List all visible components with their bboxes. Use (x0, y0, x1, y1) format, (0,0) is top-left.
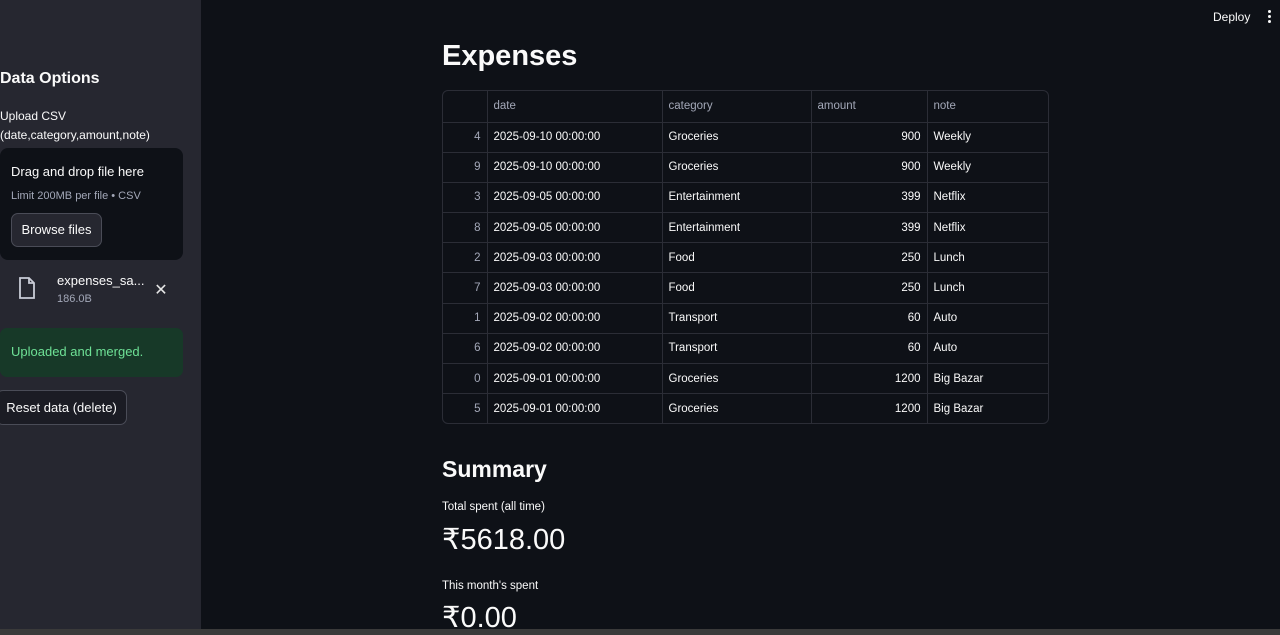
column-header-date[interactable]: date (487, 91, 663, 123)
category-cell[interactable]: Food (662, 242, 812, 274)
category-cell[interactable]: Transport (662, 303, 812, 334)
row-index-cell: 4 (443, 122, 488, 153)
row-index-cell: 0 (443, 363, 488, 395)
amount-cell[interactable]: 60 (811, 303, 928, 334)
category-cell[interactable]: Groceries (662, 393, 812, 423)
file-name: expenses_sa... (57, 273, 145, 288)
kebab-menu-icon[interactable] (1265, 10, 1273, 26)
file-icon (19, 277, 35, 299)
file-dropzone[interactable]: Drag and drop file here Limit 200MB per … (0, 148, 183, 260)
total-spent-label: Total spent (all time) (442, 501, 545, 513)
date-cell[interactable]: 2025-09-05 00:00:00 (487, 182, 663, 214)
dropzone-title: Drag and drop file here (11, 164, 144, 179)
table-row[interactable]: 2 2025-09-03 00:00:00 Food 250 Lunch (443, 242, 1048, 274)
column-header-amount[interactable]: amount (811, 91, 928, 123)
table-row[interactable]: 1 2025-09-02 00:00:00 Transport 60 Auto (443, 303, 1048, 334)
date-cell[interactable]: 2025-09-10 00:00:00 (487, 152, 663, 183)
table-row[interactable]: 6 2025-09-02 00:00:00 Transport 60 Auto (443, 333, 1048, 365)
amount-cell[interactable]: 900 (811, 122, 928, 153)
date-cell[interactable]: 2025-09-02 00:00:00 (487, 303, 663, 334)
total-spent-value: ₹5618.00 (442, 524, 566, 556)
amount-cell[interactable]: 1200 (811, 363, 928, 395)
amount-cell[interactable]: 900 (811, 152, 928, 183)
table-row[interactable]: 3 2025-09-05 00:00:00 Entertainment 399 Netf… (443, 182, 1048, 214)
date-cell[interactable]: 2025-09-03 00:00:00 (487, 272, 663, 304)
column-header-index (443, 91, 488, 123)
row-index-cell: 8 (443, 212, 488, 244)
row-index-cell: 6 (443, 333, 488, 365)
date-cell[interactable]: 2025-09-01 00:00:00 (487, 393, 663, 423)
column-header-category[interactable]: category (662, 91, 812, 123)
row-index-cell: 2 (443, 242, 488, 274)
category-cell[interactable]: Groceries (662, 152, 812, 183)
note-cell[interactable]: Auto (927, 333, 1048, 365)
category-cell[interactable]: Entertainment (662, 182, 812, 214)
note-cell[interactable]: Big Bazar (927, 363, 1048, 395)
table-row[interactable]: 4 2025-09-10 00:00:00 Groceries 900 Weekly (443, 122, 1048, 153)
browse-files-button[interactable]: Browse files (11, 213, 102, 247)
column-header-note[interactable]: note (927, 91, 1048, 123)
file-size: 186.0B (57, 293, 92, 305)
app: Data Options Upload CSV (date,category,a… (0, 0, 1280, 635)
summary-title: Summary (442, 456, 547, 482)
amount-cell[interactable]: 250 (811, 272, 928, 304)
note-cell[interactable]: Weekly (927, 122, 1048, 153)
note-cell[interactable]: Lunch (927, 242, 1048, 274)
close-icon[interactable]: ✕ (152, 280, 170, 300)
table-row[interactable]: 5 2025-09-01 00:00:00 Groceries 1200 Big Baz… (443, 393, 1048, 423)
date-cell[interactable]: 2025-09-03 00:00:00 (487, 242, 663, 274)
success-alert: Uploaded and merged. (0, 328, 183, 377)
success-message: Uploaded and merged. (11, 344, 144, 359)
month-spent-label: This month's spent (442, 580, 539, 592)
table-row[interactable]: 9 2025-09-10 00:00:00 Groceries 900 Weekly (443, 152, 1048, 183)
date-cell[interactable]: 2025-09-10 00:00:00 (487, 122, 663, 153)
table-row[interactable]: 8 2025-09-05 00:00:00 Entertainment 399 Netf… (443, 212, 1048, 244)
dropzone-limit: Limit 200MB per file • CSV (11, 190, 141, 202)
date-cell[interactable]: 2025-09-02 00:00:00 (487, 333, 663, 365)
table-row[interactable]: 0 2025-09-01 00:00:00 Groceries 1200 Big Baz… (443, 363, 1048, 395)
amount-cell[interactable]: 60 (811, 333, 928, 365)
note-cell[interactable]: Weekly (927, 152, 1048, 183)
note-cell[interactable]: Netflix (927, 212, 1048, 244)
note-cell[interactable]: Auto (927, 303, 1048, 334)
expenses-table[interactable]: date category amount note 4 2025-09-10 00… (442, 90, 1049, 424)
deploy-button[interactable]: Deploy (1213, 10, 1250, 24)
sidebar: Data Options Upload CSV (date,category,a… (0, 0, 201, 629)
row-index-cell: 3 (443, 182, 488, 214)
category-cell[interactable]: Groceries (662, 363, 812, 395)
amount-cell[interactable]: 250 (811, 242, 928, 274)
sidebar-title: Data Options (0, 70, 100, 87)
category-cell[interactable]: Transport (662, 333, 812, 365)
row-index-cell: 1 (443, 303, 488, 334)
upload-label: Upload CSV (date,category,amount,note) (0, 109, 150, 142)
row-index-cell: 9 (443, 152, 488, 183)
bottom-divider (0, 629, 1280, 635)
category-cell[interactable]: Groceries (662, 122, 812, 153)
amount-cell[interactable]: 399 (811, 212, 928, 244)
uploaded-file: expenses_sa... 186.0B ✕ (0, 268, 200, 312)
date-cell[interactable]: 2025-09-01 00:00:00 (487, 363, 663, 395)
note-cell[interactable]: Big Bazar (927, 394, 1048, 423)
category-cell[interactable]: Entertainment (662, 212, 812, 244)
category-cell[interactable]: Food (662, 272, 812, 304)
table-row[interactable]: 7 2025-09-03 00:00:00 Food 250 Lunch (443, 272, 1048, 304)
row-index-cell: 5 (443, 393, 488, 423)
note-cell[interactable]: Netflix (927, 182, 1048, 214)
row-index-cell: 7 (443, 272, 488, 304)
amount-cell[interactable]: 399 (811, 182, 928, 214)
date-cell[interactable]: 2025-09-05 00:00:00 (487, 212, 663, 244)
reset-data-button[interactable]: Reset data (delete) (0, 390, 127, 425)
note-cell[interactable]: Lunch (927, 272, 1048, 304)
amount-cell[interactable]: 1200 (811, 393, 928, 423)
table-header-row: date category amount note (443, 91, 1048, 123)
page-title: Expenses (442, 40, 578, 72)
